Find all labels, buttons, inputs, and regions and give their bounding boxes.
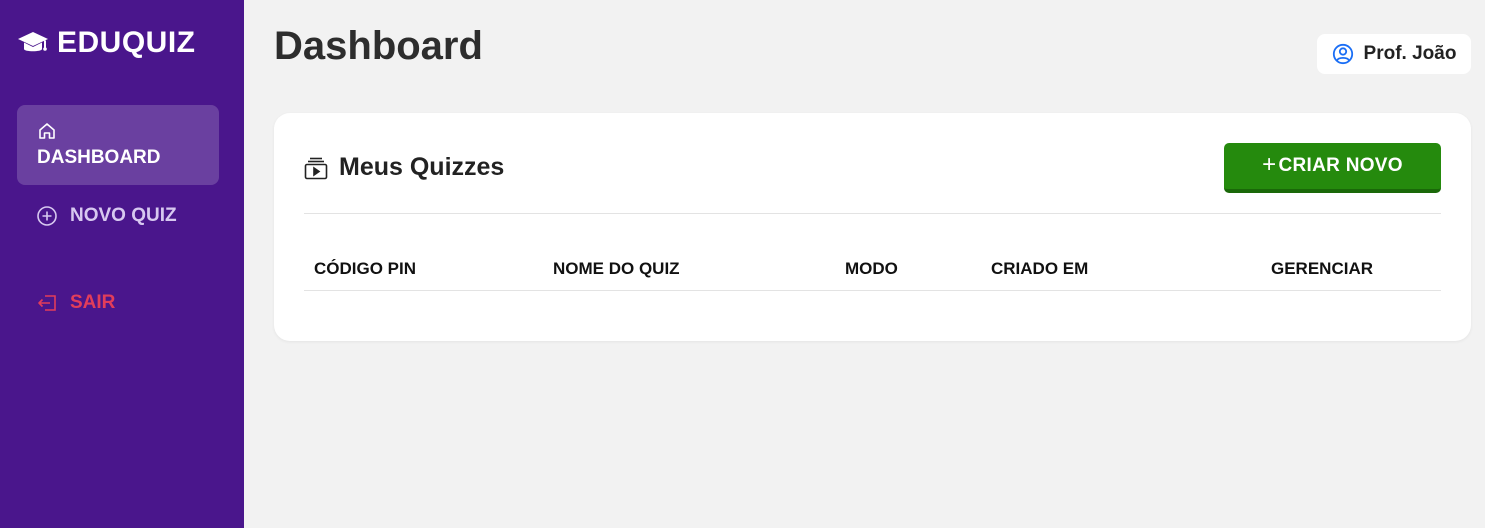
app-root: EDUQUIZ DASHBOARD NOVO QUIZ SAIR Dashboa… (0, 0, 1485, 528)
create-quiz-label: CRIAR NOVO (1278, 155, 1403, 176)
graduation-cap-icon (18, 32, 48, 52)
sidebar-item-sair[interactable]: SAIR (17, 289, 219, 317)
quizzes-card: Meus Quizzes + CRIAR NOVO CÓDIGO PIN NOM… (274, 113, 1471, 341)
plus-icon: + (1262, 150, 1277, 178)
quizzes-card-title: Meus Quizzes (303, 153, 504, 182)
sidebar-item-dashboard[interactable]: DASHBOARD (17, 105, 219, 185)
column-header-created: CRIADO EM (991, 259, 1089, 278)
quizzes-table-header: CÓDIGO PIN NOME DO QUIZ MODO CRIADO EM G… (304, 251, 1441, 291)
sidebar-item-label: NOVO QUIZ (70, 205, 177, 226)
sidebar-item-label: SAIR (70, 292, 116, 313)
column-header-manage: GERENCIAR (1271, 259, 1374, 278)
brand-name: EDUQUIZ (57, 26, 196, 59)
page-title: Dashboard (274, 24, 483, 68)
column-header-name: NOME DO QUIZ (553, 259, 680, 278)
card-divider (304, 213, 1441, 214)
logout-icon (38, 295, 56, 311)
column-header-pin: CÓDIGO PIN (314, 259, 417, 278)
quizzes-title: Meus Quizzes (339, 153, 505, 181)
sidebar-item-label: DASHBOARD (37, 147, 161, 168)
brand-logo[interactable]: EDUQUIZ (17, 26, 196, 60)
create-quiz-button[interactable]: + CRIAR NOVO (1224, 143, 1441, 193)
column-header-mode: MODO (845, 259, 898, 278)
user-circle-icon (1332, 43, 1353, 65)
user-name: Prof. João (1363, 43, 1457, 64)
plus-circle-icon (37, 206, 57, 226)
collection-play-icon (304, 157, 328, 179)
user-menu[interactable]: Prof. João (1317, 34, 1471, 74)
sidebar-item-novo-quiz[interactable]: NOVO QUIZ (17, 202, 219, 230)
home-icon (39, 123, 55, 139)
sidebar: EDUQUIZ DASHBOARD NOVO QUIZ SAIR (0, 0, 244, 528)
